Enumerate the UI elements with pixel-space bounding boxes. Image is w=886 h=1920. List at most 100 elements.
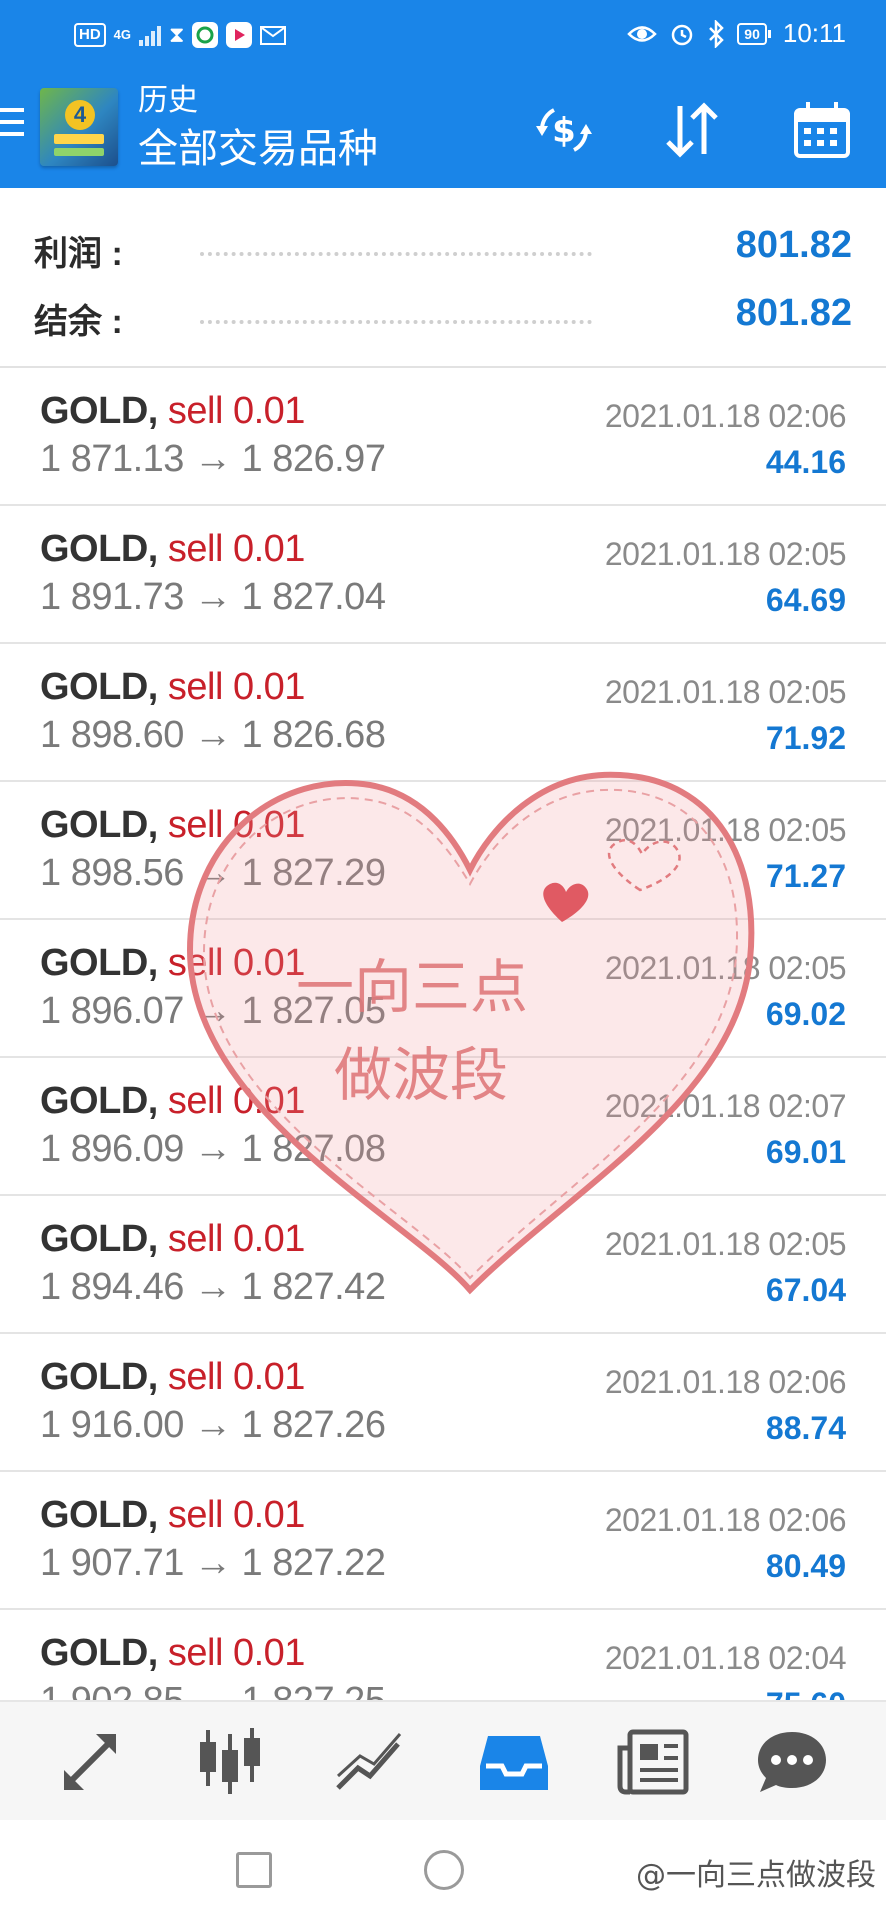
trade-row[interactable]: GOLD, sell 0.01 1 916.00 → 1 827.26 2021… bbox=[0, 1334, 886, 1472]
symbol-filter[interactable]: 全部交易品种 bbox=[138, 126, 378, 172]
balance-label: 结余 : bbox=[34, 303, 123, 341]
history-summary: 利润 : 801.82 结余 : 801.82 bbox=[0, 188, 886, 368]
bottom-navigation bbox=[0, 1700, 886, 1820]
app-bar: 4 历史 全部交易品种 $ bbox=[0, 70, 886, 188]
trade-time: 2021.01.18 02:05 bbox=[604, 950, 847, 986]
menu-icon[interactable] bbox=[0, 108, 26, 144]
candlestick-icon[interactable] bbox=[190, 1724, 270, 1800]
home-button[interactable] bbox=[424, 1850, 464, 1890]
dotted-leader bbox=[200, 252, 592, 256]
history-inbox-icon[interactable] bbox=[474, 1724, 554, 1800]
trade-row[interactable]: GOLD, sell 0.01 1 907.71 → 1 827.22 2021… bbox=[0, 1472, 886, 1610]
trade-row[interactable]: GOLD, sell 0.01 1 898.56 → 1 827.29 2021… bbox=[0, 782, 886, 920]
trade-time: 2021.01.18 02:06 bbox=[604, 1502, 847, 1538]
signal-icon bbox=[139, 24, 162, 46]
trade-time: 2021.01.18 02:06 bbox=[604, 1364, 847, 1400]
trade-type: sell 0.01 bbox=[167, 528, 306, 570]
trade-symbol: GOLD, sell 0.01 bbox=[40, 1218, 306, 1260]
watermark-text: 一向三点 bbox=[296, 953, 529, 1021]
trade-type: sell 0.01 bbox=[167, 1356, 306, 1398]
battery-level: 90 bbox=[737, 22, 767, 45]
profit-value: 801.82 bbox=[735, 224, 852, 266]
status-right: 90 10:11 bbox=[627, 18, 846, 49]
trade-time: 2021.01.18 02:05 bbox=[604, 812, 847, 848]
trade-type: sell 0.01 bbox=[167, 1632, 306, 1674]
alarm-icon bbox=[672, 24, 693, 45]
balance-value: 801.82 bbox=[735, 292, 852, 334]
profit-row: 利润 : 801.82 bbox=[34, 216, 852, 276]
trade-time: 2021.01.18 02:05 bbox=[604, 536, 847, 572]
trade-symbol: GOLD, sell 0.01 bbox=[40, 1632, 306, 1674]
trade-prices: 1 907.71 → 1 827.22 bbox=[40, 1542, 386, 1584]
trade-profit: 80.49 bbox=[765, 1548, 846, 1584]
trade-type: sell 0.01 bbox=[167, 1218, 306, 1260]
currency-exchange-icon[interactable]: $ bbox=[532, 100, 596, 160]
trade-type: sell 0.01 bbox=[167, 1494, 306, 1536]
trade-prices: 1 916.00 → 1 827.26 bbox=[40, 1404, 386, 1446]
top-bar: HD 4G ⧗ 90 10:11 4 历史 全部交易品种 $ bbox=[0, 0, 886, 188]
hd-indicator: HD bbox=[74, 23, 106, 47]
watermark-text: 做波段 bbox=[334, 1041, 509, 1109]
weibo-watermark: @一向三点做波段 bbox=[636, 1858, 876, 1893]
trade-symbol: GOLD, sell 0.01 bbox=[40, 1494, 306, 1536]
page-title: 历史 bbox=[138, 84, 198, 117]
system-navigation-bar: @一向三点做波段 bbox=[0, 1820, 886, 1920]
metatrader-logo[interactable]: 4 bbox=[40, 88, 118, 166]
trade-prices: 1 898.56 → 1 827.29 bbox=[40, 852, 386, 894]
trade-prices: 1 896.09 → 1 827.08 bbox=[40, 1128, 386, 1170]
battery-icon: 90 bbox=[737, 22, 771, 45]
trade-row[interactable]: GOLD, sell 0.01 1 898.60 → 1 826.68 2021… bbox=[0, 644, 886, 782]
profit-label: 利润 : bbox=[34, 235, 123, 273]
bluetooth-icon bbox=[709, 19, 725, 48]
trade-prices: 1 891.73 → 1 827.04 bbox=[40, 576, 386, 618]
trade-symbol: GOLD, sell 0.01 bbox=[40, 528, 306, 570]
balance-row: 结余 : 801.82 bbox=[34, 284, 852, 344]
trade-row[interactable]: GOLD, sell 0.01 1 871.13 → 1 826.97 2021… bbox=[0, 368, 886, 506]
trade-row[interactable]: GOLD, sell 0.01 1 902.85 → 1 827.25 2021… bbox=[0, 1610, 886, 1700]
trade-symbol: GOLD, sell 0.01 bbox=[40, 1356, 306, 1398]
trade-type: sell 0.01 bbox=[167, 390, 306, 432]
chat-bubble-icon[interactable] bbox=[752, 1724, 832, 1800]
eye-icon bbox=[627, 25, 658, 42]
trade-arrows-icon[interactable] bbox=[52, 1724, 132, 1800]
news-icon[interactable] bbox=[614, 1724, 694, 1800]
dotted-leader bbox=[200, 320, 592, 324]
trade-profit: 88.74 bbox=[765, 1410, 846, 1446]
trade-time: 2021.01.18 02:07 bbox=[604, 1088, 847, 1124]
trade-type: sell 0.01 bbox=[167, 1080, 306, 1122]
trade-time: 2021.01.18 02:06 bbox=[604, 398, 847, 434]
app-notification-icon bbox=[192, 22, 219, 48]
trade-symbol: GOLD, sell 0.01 bbox=[40, 1080, 306, 1122]
trade-prices: 1 894.46 → 1 827.42 bbox=[40, 1266, 386, 1308]
trade-profit: 71.92 bbox=[765, 720, 846, 756]
trade-type: sell 0.01 bbox=[167, 804, 306, 846]
trade-profit: 69.02 bbox=[765, 996, 846, 1032]
video-app-icon bbox=[226, 22, 253, 48]
trade-type: sell 0.01 bbox=[167, 942, 306, 984]
svg-text:$: $ bbox=[552, 111, 576, 151]
mail-icon bbox=[260, 25, 287, 45]
trade-symbol: GOLD, sell 0.01 bbox=[40, 666, 306, 708]
sort-icon[interactable] bbox=[660, 100, 724, 160]
trade-row[interactable]: GOLD, sell 0.01 1 894.46 → 1 827.42 2021… bbox=[0, 1196, 886, 1334]
trade-prices: 1 871.13 → 1 826.97 bbox=[40, 438, 386, 480]
calendar-icon[interactable] bbox=[790, 100, 854, 160]
trade-symbol: GOLD, sell 0.01 bbox=[40, 942, 306, 984]
chart-line-icon[interactable] bbox=[330, 1724, 410, 1800]
trade-prices: 1 898.60 → 1 826.68 bbox=[40, 714, 386, 756]
trade-profit: 75.60 bbox=[766, 1686, 846, 1700]
trade-profit: 69.01 bbox=[765, 1134, 846, 1170]
network-type: 4G bbox=[113, 27, 132, 42]
hourglass-icon: ⧗ bbox=[169, 22, 185, 47]
trade-type: sell 0.01 bbox=[167, 666, 306, 708]
status-left: HD 4G ⧗ bbox=[74, 22, 287, 48]
trade-time: 2021.01.18 02:04 bbox=[604, 1640, 847, 1676]
trade-symbol: GOLD, sell 0.01 bbox=[40, 390, 306, 432]
trade-prices: 1 902.85 → 1 827.25 bbox=[40, 1680, 386, 1700]
trade-profit: 71.27 bbox=[765, 858, 846, 894]
trade-time: 2021.01.18 02:05 bbox=[604, 1226, 847, 1262]
trade-symbol: GOLD, sell 0.01 bbox=[40, 804, 306, 846]
status-bar: HD 4G ⧗ 90 10:11 bbox=[0, 0, 886, 70]
trade-row[interactable]: GOLD, sell 0.01 1 891.73 → 1 827.04 2021… bbox=[0, 506, 886, 644]
recent-apps-button[interactable] bbox=[236, 1852, 272, 1888]
